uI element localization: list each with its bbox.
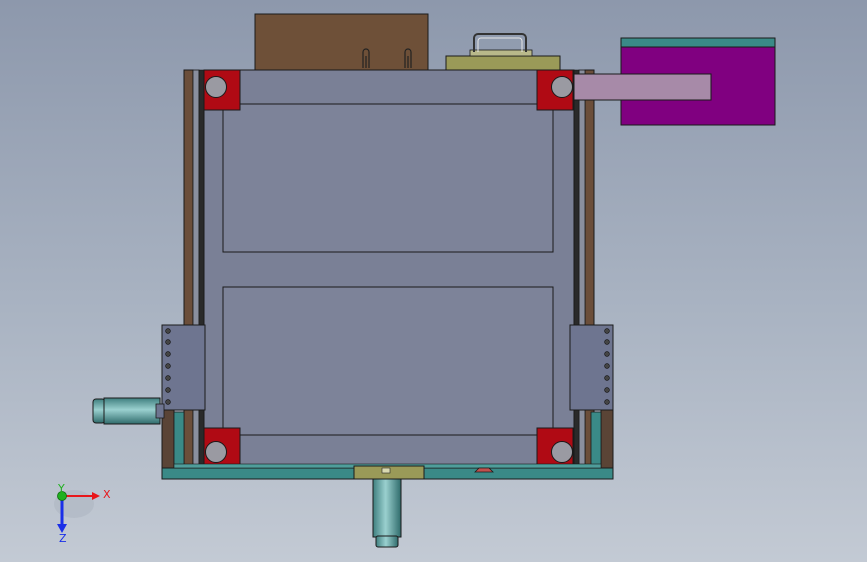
handle-icon — [473, 33, 527, 52]
x-axis-label: X — [103, 488, 111, 501]
main-frame — [203, 69, 575, 469]
cad-viewport[interactable]: X Y Z — [0, 0, 867, 562]
motor-assembly — [573, 37, 776, 126]
top-handle-plate — [445, 33, 561, 71]
right-clamp-plate — [569, 324, 614, 411]
lower-panel — [222, 286, 554, 436]
corner-bracket-bottom-left — [203, 427, 241, 469]
teal-base — [161, 463, 614, 480]
top-wood-box — [254, 13, 429, 73]
corner-bracket-bottom-right — [536, 427, 574, 469]
bottom-cylinder — [372, 478, 402, 548]
left-clamp-plate — [161, 324, 206, 411]
left-cylinder — [92, 397, 165, 425]
corner-bracket-top-left — [203, 69, 241, 111]
z-axis-label: Z — [59, 532, 67, 545]
y-axis-label: Y — [57, 482, 65, 495]
upper-panel — [222, 103, 554, 253]
coordinate-triad: X Y Z — [54, 482, 111, 545]
motor-arm — [573, 73, 712, 101]
corner-bracket-top-right — [536, 69, 574, 111]
